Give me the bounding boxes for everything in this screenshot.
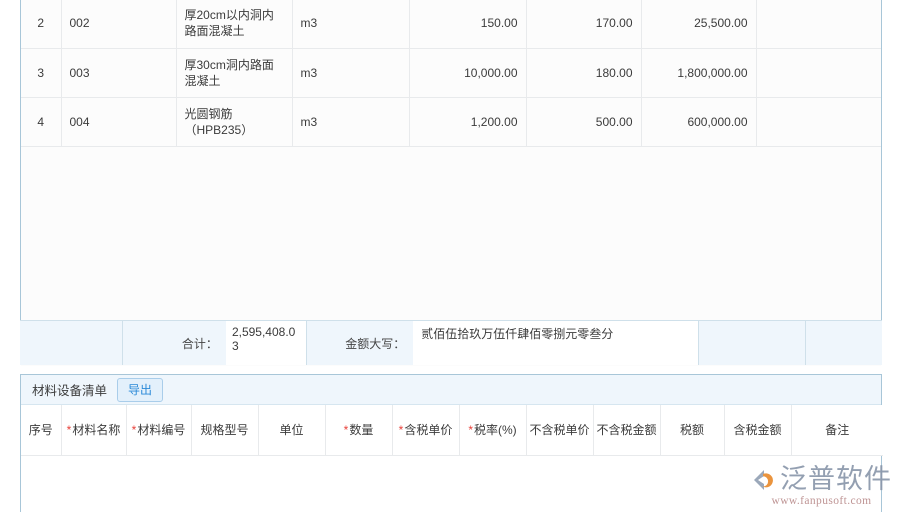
row-amount: 1,800,000.00 <box>641 48 757 98</box>
th-tax-exclusive-amount[interactable]: 不含税金额 <box>593 405 661 456</box>
th-tax-inclusive-amount[interactable]: 含税金额 <box>724 405 792 456</box>
row-sequence: 2 <box>21 0 62 49</box>
summary-blank-cell <box>20 321 123 365</box>
header-row: 序号 *材料名称 *材料编号 规格型号 单位 *数量 *含税单价 *税率(%) … <box>21 405 883 456</box>
row-sequence: 3 <box>21 48 62 98</box>
th-tax-inclusive-unit-price[interactable]: *含税单价 <box>392 405 460 456</box>
th-label: 材料编号 <box>137 422 186 437</box>
required-marker-icon: * <box>468 422 473 437</box>
row-price: 170.00 <box>526 0 642 49</box>
required-marker-icon: * <box>131 422 137 437</box>
material-equipment-list-panel: 材料设备清单 导出 序号 *材料名称 *材料编号 规格型号 单位 *数量 *含税… <box>20 374 883 512</box>
row-extra <box>756 97 881 147</box>
th-label: 不含税金额 <box>596 422 657 437</box>
th-material-code[interactable]: *材料编号 <box>126 405 192 456</box>
th-label: 含税单价 <box>404 422 453 437</box>
required-marker-icon: * <box>398 422 404 437</box>
th-quantity[interactable]: *数量 <box>325 405 393 456</box>
required-marker-icon: * <box>66 422 72 437</box>
row-price: 500.00 <box>526 97 642 147</box>
row-extra <box>756 0 881 49</box>
row-extra <box>756 48 881 98</box>
th-material-name[interactable]: *材料名称 <box>61 405 127 456</box>
th-specification[interactable]: 规格型号 <box>191 405 259 456</box>
row-quantity: 1,200.00 <box>409 97 527 147</box>
quantity-list-table-panel: 2 002 厚20cm以内洞内路面混凝土 m3 150.00 170.00 25… <box>20 0 882 366</box>
total-value: 2,595,408.03 <box>225 321 308 365</box>
table-row[interactable]: 2 002 厚20cm以内洞内路面混凝土 m3 150.00 170.00 25… <box>21 0 881 49</box>
th-label: 规格型号 <box>200 422 249 437</box>
row-unit: m3 <box>292 48 410 98</box>
row-price: 180.00 <box>526 48 642 98</box>
th-label: 数量 <box>349 422 374 437</box>
th-label: 备注 <box>825 422 850 437</box>
material-table-header: 序号 *材料名称 *材料编号 规格型号 单位 *数量 *含税单价 *税率(%) … <box>21 405 883 456</box>
summary-row: 合计： 2,595,408.03 金额大写： 贰佰伍拾玖万伍仟肆佰零捌元零叁分 <box>20 320 882 365</box>
row-name: 厚20cm以内洞内路面混凝土 <box>176 0 293 49</box>
quantity-list-table: 2 002 厚20cm以内洞内路面混凝土 m3 150.00 170.00 25… <box>21 0 881 366</box>
th-label: 税额 <box>679 422 704 437</box>
th-sequence[interactable]: 序号 <box>21 405 62 456</box>
required-marker-icon: * <box>343 422 349 437</box>
th-remark[interactable]: 备注 <box>791 405 883 456</box>
table-row[interactable]: 3 003 厚30cm洞内路面混凝土 m3 10,000.00 180.00 1… <box>21 48 881 98</box>
row-unit: m3 <box>292 97 410 147</box>
th-tax-amount[interactable]: 税额 <box>660 405 725 456</box>
row-amount: 600,000.00 <box>641 97 757 147</box>
th-label: 单位 <box>279 422 304 437</box>
material-equipment-table: 序号 *材料名称 *材料编号 规格型号 单位 *数量 *含税单价 *税率(%) … <box>21 405 883 456</box>
th-tax-exclusive-unit-price[interactable]: 不含税单价 <box>526 405 594 456</box>
row-quantity: 10,000.00 <box>409 48 527 98</box>
table-row[interactable]: 4 004 光圆钢筋（HPB235） m3 1,200.00 500.00 60… <box>21 97 881 147</box>
row-code: 003 <box>61 48 177 98</box>
row-code: 002 <box>61 0 177 49</box>
th-label: 含税金额 <box>733 422 782 437</box>
material-table-empty-body <box>21 455 881 512</box>
panel-header: 材料设备清单 导出 <box>21 375 881 405</box>
amount-in-words-value: 贰佰伍拾玖万伍仟肆佰零捌元零叁分 <box>413 321 699 365</box>
amount-in-words-label: 金额大写： <box>345 336 406 351</box>
th-label: 序号 <box>28 422 53 437</box>
row-quantity: 150.00 <box>409 0 527 49</box>
row-amount: 25,500.00 <box>641 0 757 49</box>
summary-pad-cell-1 <box>699 321 806 365</box>
row-name: 光圆钢筋（HPB235） <box>176 97 293 147</box>
row-name: 厚30cm洞内路面混凝土 <box>176 48 293 98</box>
row-code: 004 <box>61 97 177 147</box>
total-label: 合计： <box>181 336 218 351</box>
th-label: 材料名称 <box>72 422 121 437</box>
th-unit[interactable]: 单位 <box>258 405 326 456</box>
export-button[interactable]: 导出 <box>117 377 164 402</box>
th-tax-rate[interactable]: *税率(%) <box>459 405 527 456</box>
summary-pad-cell-2 <box>806 321 882 365</box>
quantity-list-table-body: 2 002 厚20cm以内洞内路面混凝土 m3 150.00 170.00 25… <box>21 0 881 366</box>
th-label: 不含税单价 <box>529 422 590 437</box>
row-sequence: 4 <box>21 97 62 147</box>
th-label: 税率(%) <box>474 422 517 437</box>
panel-title: 材料设备清单 <box>32 384 108 398</box>
row-unit: m3 <box>292 0 410 49</box>
